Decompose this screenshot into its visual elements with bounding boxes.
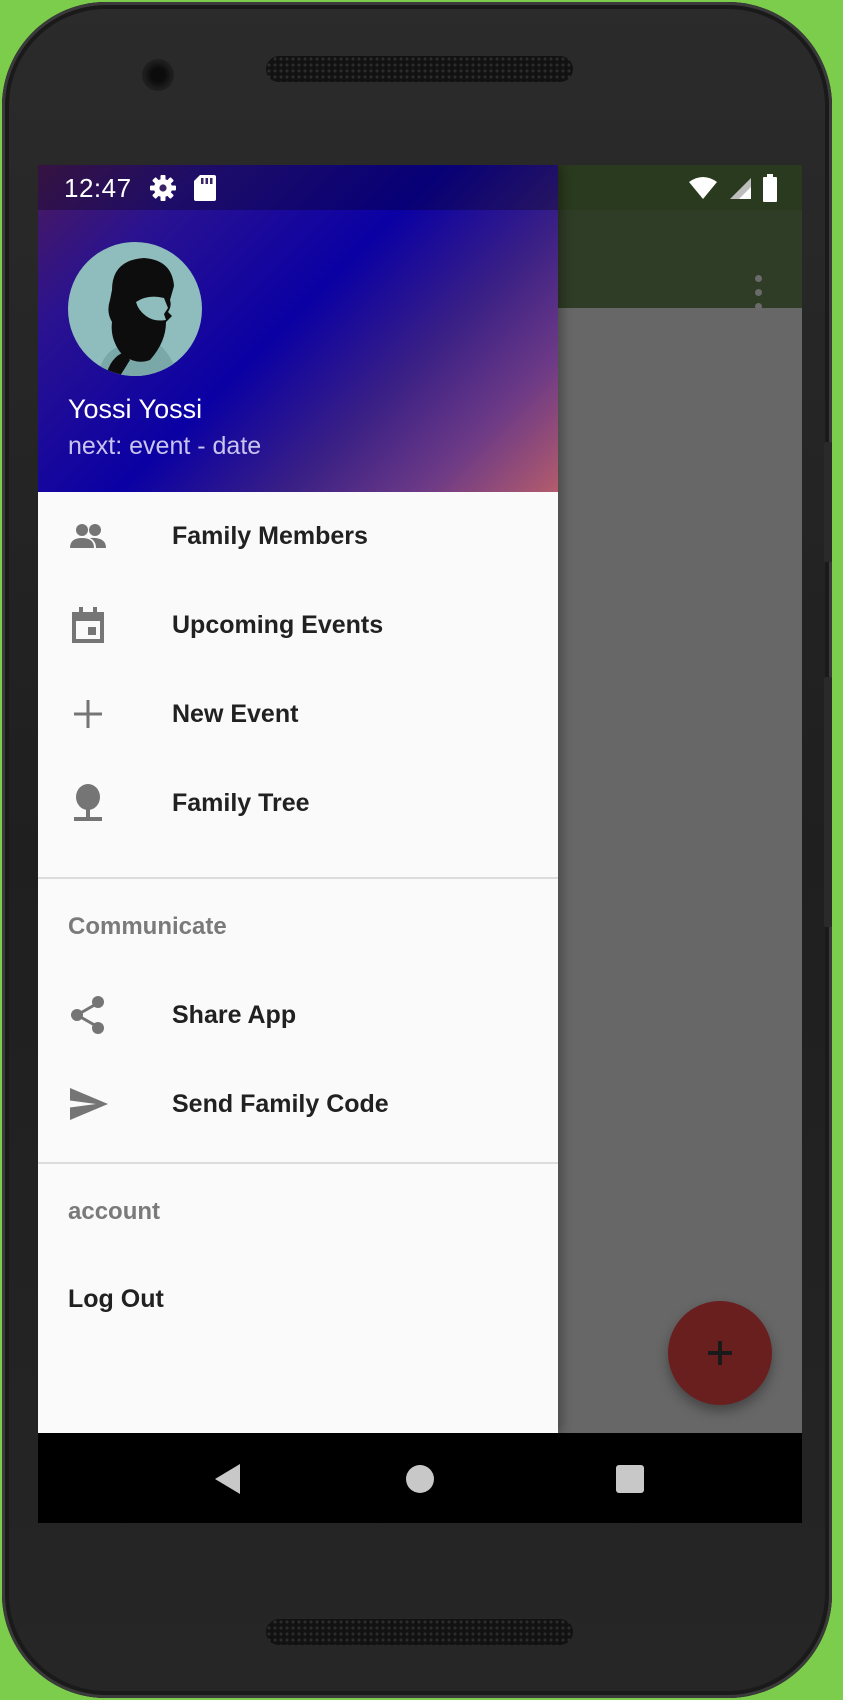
battery-icon bbox=[763, 174, 777, 202]
avatar[interactable] bbox=[68, 242, 202, 376]
calendar-icon bbox=[72, 607, 104, 643]
system-navigation-bar bbox=[38, 1433, 802, 1523]
status-left-icons: 12:47 bbox=[64, 171, 216, 205]
menu-item-label: Send Family Code bbox=[172, 1090, 389, 1118]
section-divider bbox=[38, 877, 558, 879]
menu-item-new-event[interactable]: New Event bbox=[38, 670, 558, 759]
section-header-communicate: Communicate bbox=[68, 913, 227, 940]
bearded-man-avatar bbox=[98, 258, 178, 376]
screen: Yossi Yossi next: event - date Family Me… bbox=[38, 165, 802, 1523]
navigation-drawer: Yossi Yossi next: event - date Family Me… bbox=[38, 165, 558, 1433]
menu-item-log-out[interactable]: Log Out bbox=[38, 1255, 558, 1344]
share-icon bbox=[71, 996, 104, 1034]
menu-item-upcoming-events[interactable]: Upcoming Events bbox=[38, 581, 558, 670]
next-event-text: next: event - date bbox=[68, 432, 262, 460]
home-icon[interactable] bbox=[406, 1465, 434, 1493]
signal-icon bbox=[730, 178, 751, 199]
menu-item-label: Log Out bbox=[68, 1285, 164, 1313]
menu-item-share-app[interactable]: Share App bbox=[38, 971, 558, 1060]
user-name: Yossi Yossi bbox=[68, 394, 203, 424]
bottom-speaker bbox=[266, 1619, 573, 1645]
tree-icon bbox=[74, 784, 102, 821]
add-fab-button[interactable] bbox=[668, 1301, 772, 1405]
recents-icon[interactable] bbox=[616, 1465, 644, 1493]
menu-item-label: Upcoming Events bbox=[172, 611, 384, 639]
sd-card-icon bbox=[193, 175, 216, 201]
plus-icon bbox=[74, 700, 102, 728]
top-speaker bbox=[266, 56, 573, 82]
menu-item-send-family-code[interactable]: Send Family Code bbox=[38, 1060, 558, 1149]
overflow-menu-icon[interactable] bbox=[752, 275, 764, 315]
section-header-account: account bbox=[68, 1198, 161, 1225]
plus-icon bbox=[708, 1341, 732, 1365]
drawer-header: Yossi Yossi next: event - date bbox=[38, 165, 558, 492]
status-time: 12:47 bbox=[64, 172, 132, 203]
people-icon bbox=[70, 524, 106, 548]
menu-item-label: New Event bbox=[172, 700, 299, 728]
section-divider bbox=[38, 1162, 558, 1164]
status-right-icons bbox=[688, 173, 778, 203]
send-icon bbox=[70, 1088, 108, 1120]
volume-button bbox=[824, 442, 832, 562]
gear-icon bbox=[149, 175, 176, 201]
phone-frame: Yossi Yossi next: event - date Family Me… bbox=[2, 2, 832, 1698]
front-camera bbox=[142, 59, 174, 91]
menu-item-label: Family Members bbox=[172, 522, 368, 550]
wifi-icon bbox=[689, 177, 717, 199]
power-button bbox=[824, 677, 832, 927]
menu-item-label: Family Tree bbox=[172, 789, 310, 817]
back-icon[interactable] bbox=[213, 1463, 241, 1495]
menu-item-family-tree[interactable]: Family Tree bbox=[38, 759, 558, 848]
menu-item-label: Share App bbox=[172, 1001, 297, 1029]
menu-item-family-members[interactable]: Family Members bbox=[38, 492, 558, 581]
